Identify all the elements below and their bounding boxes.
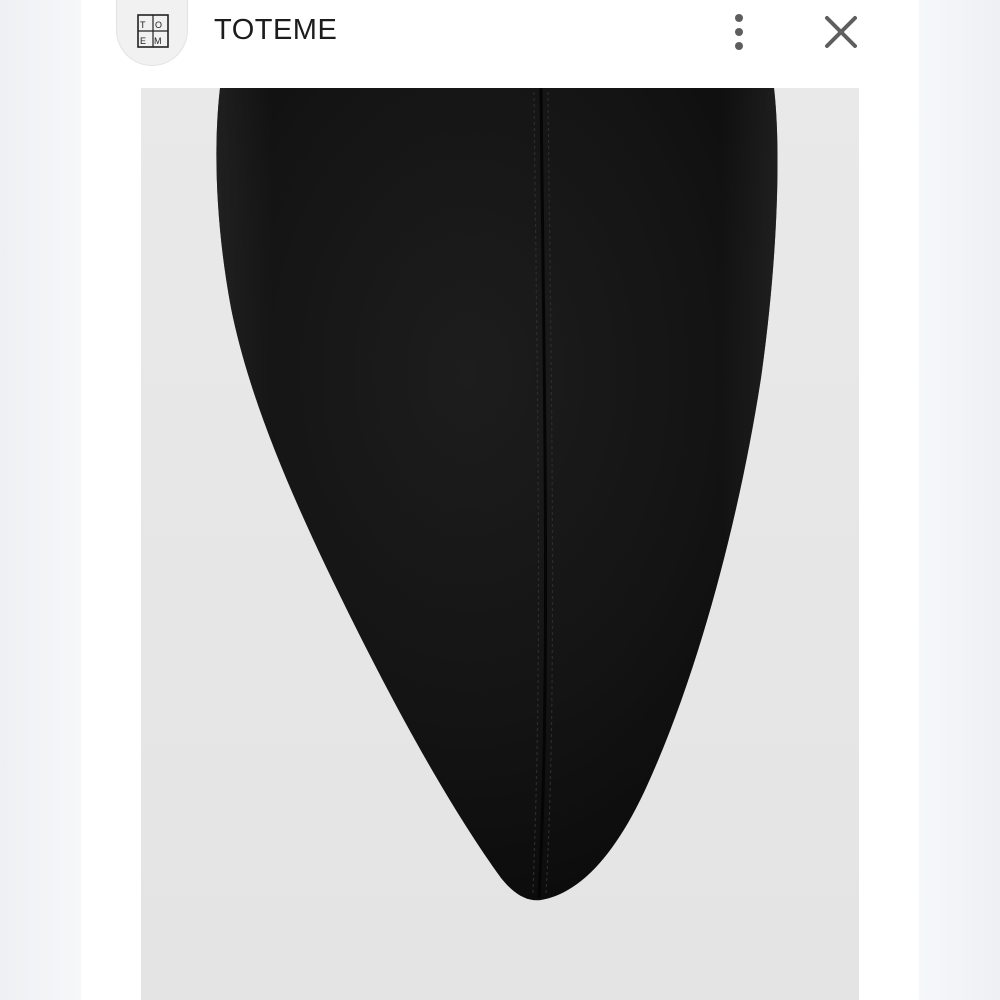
svg-text:M: M [154,36,162,46]
toteme-logo-icon: T O E M [137,14,169,48]
more-vertical-icon-dot [735,42,743,50]
boot-toe-image [216,88,778,901]
more-vertical-icon-dot [735,28,743,36]
close-icon [825,16,857,48]
brand-avatar[interactable]: T O E M [116,0,188,66]
svg-text:E: E [140,36,146,46]
product-photo[interactable] [141,88,859,1000]
more-vertical-icon-dot [735,14,743,22]
top-bar: T O E M TOTEME [81,0,919,88]
more-options-button[interactable] [721,10,757,54]
svg-text:O: O [155,20,162,30]
close-button[interactable] [819,10,863,54]
svg-text:T: T [140,20,146,30]
brand-name[interactable]: TOTEME [214,14,337,47]
app-frame: T O E M TOTEME [81,0,919,1000]
